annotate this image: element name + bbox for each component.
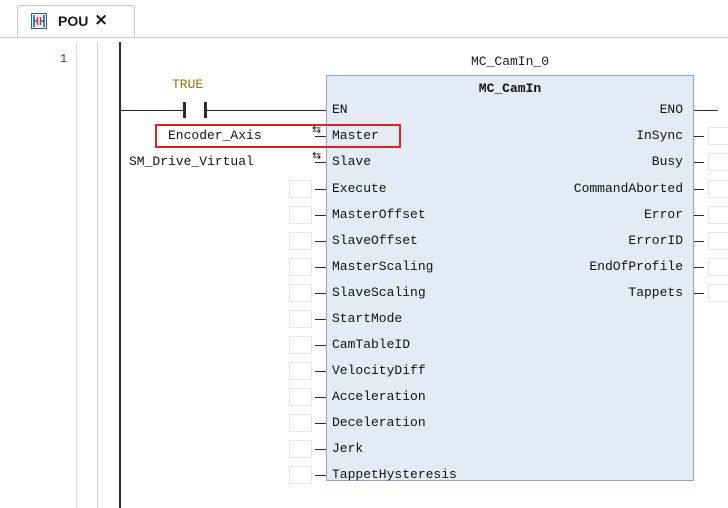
ladder-pou-icon — [31, 13, 47, 29]
input-value-box[interactable] — [289, 388, 312, 406]
output-pin-commandaborted: CommandAborted — [573, 181, 683, 196]
input-pin-masterscaling: MasterScaling — [332, 259, 434, 274]
input-pin-masteroffset: MasterOffset — [332, 207, 426, 222]
input-pin-stub — [315, 241, 326, 242]
input-pin-en: EN — [332, 102, 348, 117]
output-pin-eno: ENO — [659, 102, 683, 117]
contact-left-bar — [183, 102, 186, 118]
input-value-box[interactable] — [289, 336, 312, 354]
input-value-box[interactable] — [289, 362, 312, 380]
fb-type-name: MC_CamIn — [478, 81, 542, 96]
input-pin-tappethysteresis: TappetHysteresis — [332, 467, 457, 482]
input-pin-deceleration: Deceleration — [332, 415, 426, 430]
output-pin-tappets: Tappets — [628, 285, 683, 300]
output-value-box[interactable] — [708, 258, 728, 276]
master-highlight-box — [155, 124, 401, 148]
input-value-box[interactable] — [289, 206, 312, 224]
output-pin-errorid: ErrorID — [628, 233, 683, 248]
input-value-box[interactable] — [289, 232, 312, 250]
input-pin-stub — [315, 449, 326, 450]
input-pin-execute: Execute — [332, 181, 387, 196]
input-value-box[interactable] — [289, 180, 312, 198]
slave-input-variable[interactable]: SM_Drive_Virtual — [129, 154, 254, 169]
input-value-box[interactable] — [289, 466, 312, 484]
input-value-box[interactable] — [289, 414, 312, 432]
input-pin-stub — [315, 189, 326, 190]
output-value-box[interactable] — [708, 127, 728, 145]
input-pin-startmode: StartMode — [332, 311, 403, 326]
output-pin-error: Error — [643, 207, 683, 222]
output-value-box[interactable] — [708, 180, 728, 198]
input-value-box[interactable] — [289, 258, 312, 276]
output-value-box[interactable] — [708, 153, 728, 171]
contact-variable-label[interactable]: TRUE — [172, 77, 203, 92]
input-pin-slave: Slave — [332, 154, 372, 169]
output-value-box[interactable] — [708, 206, 728, 224]
input-pin-slavescaling: SlaveScaling — [332, 285, 426, 300]
input-pin-stub — [315, 293, 326, 294]
input-pin-stub — [315, 475, 326, 476]
rung-wire — [121, 110, 183, 111]
output-value-box[interactable] — [708, 232, 728, 250]
input-pin-stub — [315, 371, 326, 372]
fb-instance-name[interactable]: MC_CamIn_0 — [326, 54, 694, 69]
input-value-box[interactable] — [289, 310, 312, 328]
input-pin-slaveoffset: SlaveOffset — [332, 233, 418, 248]
gutter-separator — [76, 42, 77, 508]
input-pin-stub — [315, 267, 326, 268]
input-pin-stub — [315, 319, 326, 320]
input-pin-camtableid: CamTableID — [332, 337, 411, 352]
output-pin-insync: InSync — [636, 128, 683, 143]
output-pin-endofprofile: EndOfProfile — [589, 259, 683, 274]
output-pin-stub — [694, 241, 704, 242]
input-pin-jerk: Jerk — [332, 441, 364, 456]
close-icon[interactable]: × — [94, 10, 108, 30]
input-pin-velocitydiff: VelocityDiff — [332, 363, 426, 378]
output-pin-stub — [694, 215, 704, 216]
output-pin-stub — [694, 136, 704, 137]
io-arrow-icon: ⇆ — [312, 149, 322, 162]
left-power-rail — [119, 42, 121, 508]
line-gutter — [0, 40, 100, 508]
input-pin-stub — [315, 345, 326, 346]
input-pin-stub — [315, 215, 326, 216]
output-pin-stub — [694, 162, 704, 163]
output-pin-busy: Busy — [651, 154, 683, 169]
input-pin-acceleration: Acceleration — [332, 389, 426, 404]
tab-label: POU — [58, 13, 89, 29]
tab-pou[interactable]: POU × — [17, 5, 135, 38]
output-pin-stub — [694, 267, 704, 268]
input-value-box[interactable] — [289, 284, 312, 302]
output-value-box[interactable] — [708, 284, 728, 302]
tab-bar-divider — [0, 37, 728, 38]
input-pin-stub — [315, 162, 326, 163]
output-pin-stub — [694, 189, 704, 190]
line-number: 1 — [60, 52, 68, 66]
input-pin-stub — [315, 423, 326, 424]
gutter-separator — [97, 42, 98, 508]
rung-wire — [207, 110, 315, 111]
input-value-box[interactable] — [289, 440, 312, 458]
input-pin-stub — [315, 110, 326, 111]
editor-tab-bar: POU × — [0, 0, 728, 40]
output-pin-stub — [694, 110, 718, 111]
input-pin-stub — [315, 397, 326, 398]
output-pin-stub — [694, 293, 704, 294]
